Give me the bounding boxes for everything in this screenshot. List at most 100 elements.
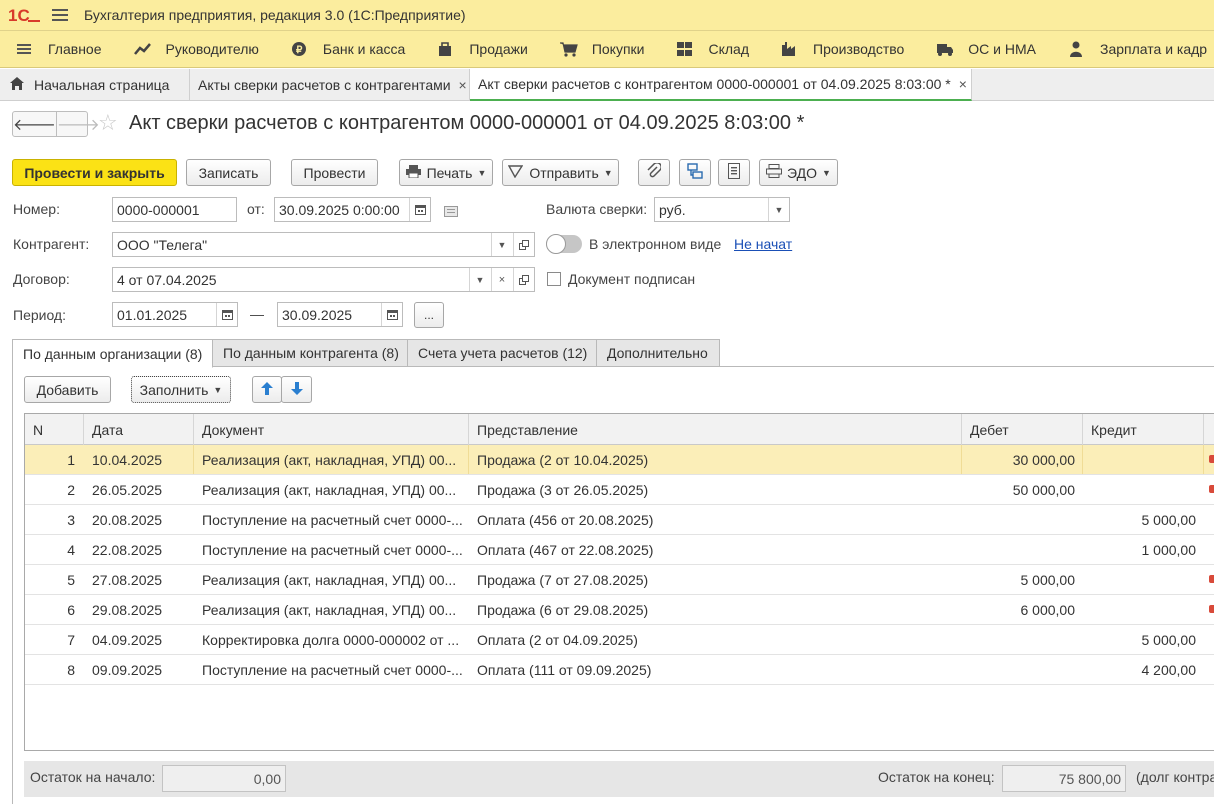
move-down-button[interactable] [281,376,312,403]
post-button[interactable]: Провести [291,159,378,186]
section-production[interactable]: Производство [781,31,904,67]
table-row[interactable]: 6 29.08.2025 Реализация (акт, накладная, У… [25,595,1214,625]
post-and-close-button[interactable]: Провести и закрыть [12,159,177,186]
print-button[interactable]: Печать ▼ [399,159,493,186]
currency-select[interactable]: руб. ▼ [654,197,790,222]
edo-label: ЭДО [787,164,818,181]
back-arrow-icon[interactable]: 🡐 [13,112,57,136]
table-row[interactable]: 1 10.04.2025 Реализация (акт, накладная, У… [25,445,1214,475]
tab-additional[interactable]: Дополнительно [596,339,720,367]
row-credit-cell: 5 000,00 [1141,511,1197,528]
period-from-value: 01.01.2025 [117,306,188,323]
send-button[interactable]: Отправить ▼ [502,159,619,186]
calendar-icon[interactable] [381,303,402,326]
column-header[interactable]: Кредит [1083,414,1204,445]
move-up-button[interactable] [252,376,282,403]
section-assets[interactable]: ОС и НМА [936,31,1036,67]
contract-label: Договор: [13,271,70,287]
row-credit-cell [1083,595,1196,624]
dropdown-arrow-icon[interactable]: ▼ [768,198,789,221]
section-bank[interactable]: ₽ Банк и касса [291,31,405,67]
table-row[interactable]: 5 27.08.2025 Реализация (акт, накладная, У… [25,565,1214,595]
section-director[interactable]: Руководителю [133,31,259,67]
start-balance-field: 0,00 [162,765,286,792]
section-warehouse[interactable]: Склад [676,31,749,67]
row-debit-cell: 5 000,00 [1020,571,1076,588]
tab-act-document[interactable]: Акт сверки расчетов с контрагентом 0000-… [470,69,972,101]
table-row[interactable]: 3 20.08.2025 Поступление на расчетный счет… [25,505,1214,535]
calendar-icon[interactable] [409,198,430,221]
section-main[interactable]: Главное [16,31,102,67]
close-icon[interactable]: × [459,77,467,93]
clear-icon[interactable]: × [491,268,512,291]
counterparty-field[interactable]: ООО "Телега" ▼ [112,232,535,257]
home-icon [10,77,24,93]
tab-home[interactable]: Начальная страница [0,69,190,101]
section-label: Руководителю [165,41,259,57]
section-purchases[interactable]: Покупки [559,31,645,67]
favorite-star-icon[interactable]: ☆ [98,110,118,136]
section-label: ОС и НМА [968,41,1037,57]
tab-organization-data[interactable]: По данным организации (8) [12,339,213,368]
add-row-button[interactable]: Добавить [24,376,111,403]
column-header[interactable]: Документ [194,414,469,445]
fill-button[interactable]: Заполнить ▼ [131,376,231,403]
edo-button[interactable]: ЭДО ▼ [759,159,838,186]
attach-button[interactable] [638,159,670,186]
counterparty-value: ООО "Телега" [117,236,208,253]
cell-separator [468,445,469,474]
period-select-button[interactable]: ... [414,302,444,328]
tab-accounts[interactable]: Счета учета расчетов (12) [407,339,597,367]
column-header[interactable]: Дата [84,414,194,445]
table-row[interactable]: 2 26.05.2025 Реализация (акт, накладная, У… [25,475,1214,505]
svg-text:1С: 1С [8,6,30,25]
bank-coin-icon: ₽ [291,41,309,57]
truck-icon [936,41,954,57]
table-row[interactable]: 4 22.08.2025 Поступление на расчетный счет… [25,535,1214,565]
print-label: Печать [426,164,473,181]
forward-arrow-icon[interactable]: 🡒 [57,112,100,136]
column-header[interactable]: Представление [469,414,962,445]
close-icon[interactable]: × [959,76,967,92]
structure-button[interactable] [679,159,711,186]
open-link-icon[interactable] [513,268,534,291]
section-sales[interactable]: Продажи [437,31,528,67]
table-row[interactable]: 7 04.09.2025 Корректировка долга 0000-0000… [25,625,1214,655]
open-link-icon[interactable] [513,233,534,256]
tab-counterparty-data[interactable]: По данным контрагента (8) [212,339,408,367]
contract-value: 4 от 07.04.2025 [117,271,217,288]
chevron-down-icon: ▼ [603,167,613,178]
comment-icon[interactable] [444,204,458,220]
save-button[interactable]: Записать [186,159,271,186]
calendar-icon[interactable] [216,303,237,326]
table-row[interactable]: 8 09.09.2025 Поступление на расчетный счет… [25,655,1214,685]
dropdown-arrow-icon[interactable]: ▼ [491,233,512,256]
date-field[interactable]: 30.09.2025 0:00:00 [274,197,431,222]
column-header[interactable]: Дебет [962,414,1083,445]
section-salary[interactable]: Зарплата и кадр [1068,31,1207,67]
chart-trend-icon [133,41,152,57]
report-button[interactable] [718,159,750,186]
section-label: Склад [708,41,750,57]
contract-field[interactable]: 4 от 07.04.2025 ▼ × [112,267,535,292]
currency-label: Валюта сверки: [546,201,648,217]
section-label: Покупки [591,41,645,57]
electronic-status-link[interactable]: Не начат [734,236,792,252]
row-credit-cell [1083,445,1196,474]
signed-label: Документ подписан [568,271,696,287]
period-to-field[interactable]: 30.09.2025 [277,302,403,327]
period-from-field[interactable]: 01.01.2025 [112,302,238,327]
table-header: N Дата Документ Представление Дебет Кред… [25,414,1214,445]
row-date-cell: 09.09.2025 [92,661,163,678]
column-header[interactable]: N [25,414,84,445]
signed-checkbox[interactable] [547,272,561,286]
tab-acts-list[interactable]: Акты сверки расчетов с контрагентами × [190,69,470,101]
electronic-toggle[interactable] [546,234,582,254]
period-dash: — [250,306,264,322]
dropdown-arrow-icon[interactable]: ▼ [469,268,490,291]
edit-marker-icon [1209,575,1214,583]
main-menu-icon[interactable] [52,9,68,21]
number-field[interactable]: 0000-000001 [112,197,237,222]
edit-marker-icon [1209,485,1214,493]
arrow-up-icon [261,381,273,398]
